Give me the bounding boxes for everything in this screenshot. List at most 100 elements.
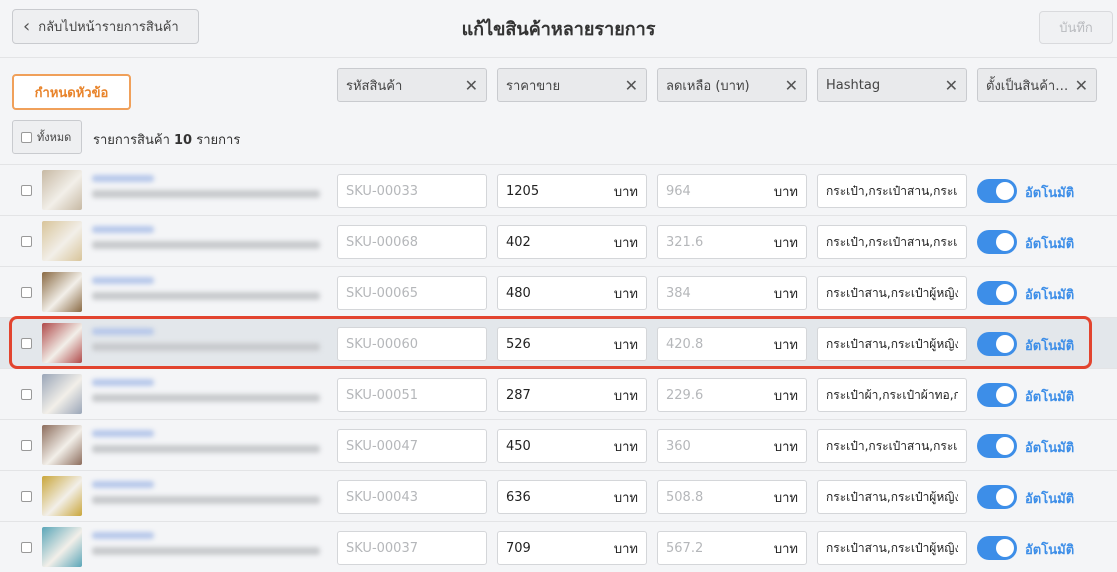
price-unit: บาท <box>613 388 638 404</box>
column-chip-sku[interactable]: รหัสสินค้า ✕ <box>337 68 487 102</box>
product-thumbnail <box>42 170 82 210</box>
close-icon[interactable]: ✕ <box>465 76 478 95</box>
discount-input[interactable]: 567.2 บาท <box>657 531 807 565</box>
discount-input[interactable]: 321.6 บาท <box>657 225 807 259</box>
hashtag-input[interactable]: กระเป๋าผ้า,กระเป๋าผ้าทอ,กระ <box>817 378 967 412</box>
discount-unit: บาท <box>773 337 798 353</box>
row-checkbox[interactable] <box>21 185 32 196</box>
close-icon[interactable]: ✕ <box>1075 76 1088 95</box>
discount-input[interactable]: 360 บาท <box>657 429 807 463</box>
discount-input[interactable]: 964 บาท <box>657 174 807 208</box>
discount-value: 360 <box>666 438 691 454</box>
product-name-blurred <box>92 326 327 360</box>
close-icon[interactable]: ✕ <box>945 76 958 95</box>
hashtag-value: กระเป๋าสาน,กระเป๋าผู้หญิง <box>826 489 958 504</box>
price-input[interactable]: 526 บาท <box>497 327 647 361</box>
close-icon[interactable]: ✕ <box>785 76 798 95</box>
price-unit: บาท <box>613 337 638 353</box>
price-input[interactable]: 480 บาท <box>497 276 647 310</box>
column-chip-discount[interactable]: ลดเหลือ (บาท) ✕ <box>657 68 807 102</box>
auto-label: อัตโนมัติ <box>1025 288 1075 303</box>
discount-input[interactable]: 420.8 บาท <box>657 327 807 361</box>
select-all-checkbox[interactable]: ทั้งหมด <box>12 120 82 154</box>
row-checkbox[interactable] <box>21 542 32 553</box>
sku-input[interactable]: SKU-00043 <box>337 480 487 514</box>
hashtag-input[interactable]: กระเป๋าสาน,กระเป๋าผู้หญิง <box>817 480 967 514</box>
price-input[interactable]: 287 บาท <box>497 378 647 412</box>
sku-input[interactable]: SKU-00060 <box>337 327 487 361</box>
sku-input[interactable]: SKU-00068 <box>337 225 487 259</box>
sku-input[interactable]: SKU-00051 <box>337 378 487 412</box>
price-unit: บาท <box>613 490 638 506</box>
price-value: 636 <box>506 489 531 505</box>
hashtag-input[interactable]: กระเป๋า,กระเป๋าสาน,กระเป๋า <box>817 174 967 208</box>
price-input[interactable]: 709 บาท <box>497 531 647 565</box>
row-checkbox[interactable] <box>21 491 32 502</box>
discount-value: 420.8 <box>666 336 704 352</box>
price-unit: บาท <box>613 286 638 302</box>
bestseller-toggle[interactable] <box>977 485 1017 509</box>
column-chip-label: ตั้งเป็นสินค้าขายดี <box>986 78 1069 94</box>
column-chip-price[interactable]: ราคาขาย ✕ <box>497 68 647 102</box>
product-name-blurred <box>92 173 327 207</box>
save-button[interactable]: บันทึก <box>1039 11 1113 44</box>
product-row: SKU-00068 402 บาท 321.6 บาท กระเป๋า,กระเ… <box>0 215 1117 266</box>
auto-label: อัตโนมัติ <box>1025 390 1075 405</box>
sku-value: SKU-00051 <box>346 387 418 403</box>
discount-input[interactable]: 229.6 บาท <box>657 378 807 412</box>
column-chip-hashtag[interactable]: Hashtag ✕ <box>817 68 967 102</box>
price-input[interactable]: 1205 บาท <box>497 174 647 208</box>
price-unit: บาท <box>613 541 638 557</box>
discount-value: 508.8 <box>666 489 704 505</box>
hashtag-input[interactable]: กระเป๋า,กระเป๋าสาน,กระเป๋า <box>817 429 967 463</box>
row-checkbox[interactable] <box>21 287 32 298</box>
hashtag-input[interactable]: กระเป๋า,กระเป๋าสาน,กระเป๋า <box>817 225 967 259</box>
column-chip-label: Hashtag <box>826 77 881 93</box>
product-thumbnail <box>42 272 82 312</box>
discount-unit: บาท <box>773 439 798 455</box>
checkbox[interactable] <box>21 131 32 143</box>
product-row: SKU-00043 636 บาท 508.8 บาท กระเป๋าสาน,ก… <box>0 470 1117 521</box>
price-value: 1205 <box>506 183 540 199</box>
hashtag-input[interactable]: กระเป๋าสาน,กระเป๋าผู้หญิง <box>817 276 967 310</box>
hashtag-value: กระเป๋า,กระเป๋าสาน,กระเป๋า <box>826 234 958 249</box>
row-checkbox[interactable] <box>21 440 32 451</box>
discount-unit: บาท <box>773 490 798 506</box>
items-count-prefix: รายการสินค้า <box>93 133 170 148</box>
row-checkbox[interactable] <box>21 389 32 400</box>
bestseller-toggle[interactable] <box>977 434 1017 458</box>
bestseller-toggle[interactable] <box>977 536 1017 560</box>
price-unit: บาท <box>613 184 638 200</box>
hashtag-value: กระเป๋า,กระเป๋าสาน,กระเป๋า <box>826 438 958 453</box>
row-checkbox[interactable] <box>21 236 32 247</box>
items-count: รายการสินค้า 10 รายการ <box>93 129 240 150</box>
hashtag-value: กระเป๋าสาน,กระเป๋าผู้หญิง <box>826 285 958 300</box>
bestseller-toggle[interactable] <box>977 179 1017 203</box>
hashtag-value: กระเป๋าผ้า,กระเป๋าผ้าทอ,กระ <box>826 387 958 402</box>
product-thumbnail <box>42 221 82 261</box>
discount-input[interactable]: 508.8 บาท <box>657 480 807 514</box>
price-input[interactable]: 636 บาท <box>497 480 647 514</box>
hashtag-input[interactable]: กระเป๋าสาน,กระเป๋าผู้หญิง <box>817 327 967 361</box>
bestseller-toggle[interactable] <box>977 281 1017 305</box>
close-icon[interactable]: ✕ <box>625 76 638 95</box>
discount-value: 229.6 <box>666 387 704 403</box>
column-chip-label: รหัสสินค้า <box>346 78 403 94</box>
bestseller-toggle[interactable] <box>977 332 1017 356</box>
column-chip-label: ราคาขาย <box>506 78 561 94</box>
sku-input[interactable]: SKU-00047 <box>337 429 487 463</box>
price-input[interactable]: 450 บาท <box>497 429 647 463</box>
bestseller-toggle[interactable] <box>977 230 1017 254</box>
sku-input[interactable]: SKU-00033 <box>337 174 487 208</box>
set-columns-button[interactable]: กำหนดหัวข้อ <box>12 74 131 110</box>
column-chip-bestseller[interactable]: ตั้งเป็นสินค้าขายดี ✕ <box>977 68 1097 102</box>
sku-value: SKU-00060 <box>346 336 418 352</box>
price-input[interactable]: 402 บาท <box>497 225 647 259</box>
sku-input[interactable]: SKU-00065 <box>337 276 487 310</box>
row-checkbox[interactable] <box>21 338 32 349</box>
sku-input[interactable]: SKU-00037 <box>337 531 487 565</box>
hashtag-input[interactable]: กระเป๋าสาน,กระเป๋าผู้หญิง <box>817 531 967 565</box>
bestseller-toggle[interactable] <box>977 383 1017 407</box>
discount-input[interactable]: 384 บาท <box>657 276 807 310</box>
items-count-suffix: รายการ <box>196 133 241 148</box>
